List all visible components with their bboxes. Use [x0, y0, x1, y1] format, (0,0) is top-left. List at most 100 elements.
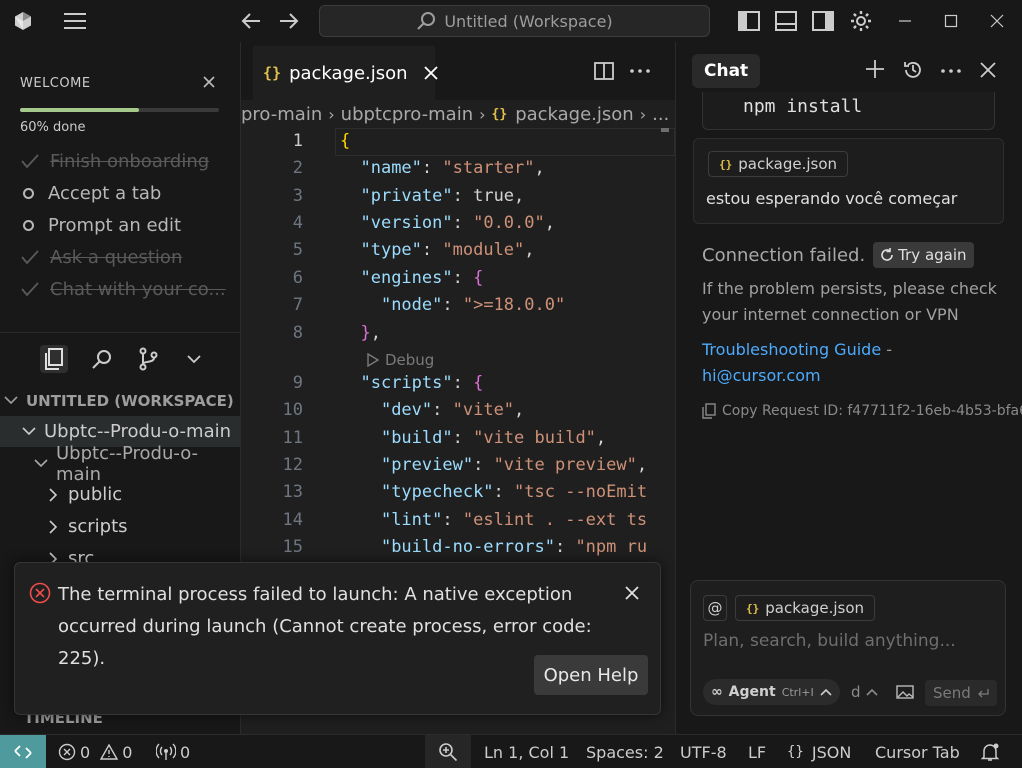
- cursor-position[interactable]: Ln 1, Col 1: [484, 735, 569, 768]
- chevron-right-icon: ›: [479, 104, 486, 124]
- onboarding-item-finish[interactable]: Finish onboarding: [20, 148, 209, 174]
- onboarding-item-chat[interactable]: Chat with your co...: [20, 276, 226, 302]
- workspace-title: UNTITLED (WORKSPACE): [26, 391, 234, 410]
- forward-arrow-icon[interactable]: [276, 8, 302, 34]
- tree-item-sub-folder[interactable]: Ubptc--Produ-o-main: [0, 443, 240, 485]
- mode-shortcut: Ctrl+I: [781, 685, 814, 699]
- cursor-tab-status[interactable]: Cursor Tab: [875, 735, 960, 768]
- chevron-right-icon: ›: [328, 104, 335, 124]
- tab-package-json[interactable]: {} package.json: [253, 46, 438, 100]
- explorer-files-icon[interactable]: [40, 345, 68, 373]
- close-tab-icon[interactable]: [423, 66, 438, 80]
- troubleshooting-link[interactable]: Troubleshooting Guide: [702, 340, 881, 359]
- search-placeholder: Untitled (Workspace): [444, 11, 613, 31]
- zoom-icon[interactable]: [425, 735, 471, 768]
- breadcrumb-item[interactable]: ubptcpro-main: [341, 104, 473, 125]
- current-line-highlight: [335, 128, 675, 156]
- maximize-icon[interactable]: [938, 8, 964, 34]
- json-file-icon: {}: [263, 64, 282, 82]
- notifications-bell-icon[interactable]: [980, 735, 1000, 768]
- code-line: "build": "vite build",: [380, 428, 607, 448]
- back-arrow-icon[interactable]: [238, 8, 264, 34]
- breadcrumb-item[interactable]: package.json: [515, 104, 634, 125]
- onboarding-item-prompt-edit[interactable]: Prompt an edit: [20, 212, 181, 238]
- ports-indicator[interactable]: 0: [156, 735, 190, 768]
- copy-request-id[interactable]: Copy Request ID: f47711f2-16eb-4b53-bfa6…: [702, 403, 1022, 419]
- indentation[interactable]: Spaces: 2: [586, 735, 664, 768]
- json-file-icon: {}: [719, 157, 733, 171]
- more-actions-icon[interactable]: [941, 69, 961, 73]
- settings-gear-icon[interactable]: [848, 8, 874, 34]
- problems-indicator[interactable]: 0 0: [58, 735, 132, 768]
- onboarding-item-accept-tab[interactable]: Accept a tab: [20, 180, 161, 206]
- line-number: 6: [292, 268, 303, 288]
- input-context-chip[interactable]: {} package.json: [735, 595, 876, 621]
- more-actions-icon[interactable]: [630, 69, 650, 73]
- search-icon: [416, 11, 436, 31]
- language-mode[interactable]: {} JSON: [787, 735, 851, 768]
- new-chat-plus-icon[interactable]: [865, 59, 885, 79]
- code-line: "type": "module",: [360, 240, 535, 260]
- email-link[interactable]: hi@cursor.com: [702, 366, 821, 385]
- code-line: "node": ">=18.0.0": [380, 295, 566, 315]
- sidebar-view-tabs: [0, 332, 241, 382]
- onboarding-item-ask-question[interactable]: Ask a question: [20, 244, 182, 270]
- history-icon[interactable]: [902, 59, 924, 81]
- minimize-icon[interactable]: [892, 8, 918, 34]
- line-number: 8: [292, 323, 303, 343]
- image-attach-icon[interactable]: [896, 685, 914, 699]
- breadcrumb-item[interactable]: ...: [652, 104, 669, 125]
- end-of-line[interactable]: LF: [748, 735, 766, 768]
- close-window-icon[interactable]: [984, 8, 1010, 34]
- breadcrumb-item[interactable]: pro-main: [241, 104, 322, 125]
- close-chat-icon[interactable]: [980, 62, 996, 78]
- copy-icon: [702, 403, 716, 419]
- onboarding-item-label: Ask a question: [50, 246, 183, 268]
- chevron-right-icon: [46, 519, 60, 534]
- tab-label: package.json: [289, 62, 408, 84]
- workspace-section-header[interactable]: UNTITLED (WORKSPACE): [0, 385, 240, 416]
- line-number: 2: [292, 158, 303, 178]
- toggle-panel-icon[interactable]: [773, 8, 799, 34]
- json-braces-icon: {}: [787, 744, 804, 760]
- chevron-down-icon: [4, 396, 18, 405]
- encoding[interactable]: UTF-8: [680, 735, 727, 768]
- chip-label: package.json: [738, 155, 838, 173]
- model-selector[interactable]: d: [851, 683, 878, 701]
- code-line: "engines": {: [360, 268, 484, 288]
- tree-item-scripts[interactable]: scripts: [0, 511, 240, 542]
- user-message-bubble[interactable]: {} package.json estou esperando você com…: [693, 138, 1004, 224]
- agent-mode-selector[interactable]: ∞ Agent Ctrl+I: [703, 679, 840, 705]
- json-file-icon: {}: [746, 601, 760, 615]
- open-help-button[interactable]: Open Help: [534, 655, 648, 695]
- toggle-secondary-sidebar-icon[interactable]: [810, 8, 836, 34]
- line-number: 1: [292, 131, 303, 151]
- notification-message: The terminal process failed to launch: A…: [58, 584, 592, 669]
- split-editor-icon[interactable]: [594, 62, 614, 80]
- send-button[interactable]: Send: [925, 680, 997, 706]
- ports-count: 0: [180, 742, 191, 762]
- chevron-down-icon: [34, 459, 48, 468]
- chevron-down-icon[interactable]: [180, 345, 208, 373]
- toggle-primary-sidebar-icon[interactable]: [736, 8, 762, 34]
- menu-icon[interactable]: [62, 8, 88, 34]
- search-icon[interactable]: [88, 345, 116, 373]
- folder-label: public: [68, 484, 123, 505]
- chat-input-box[interactable]: @ {} package.json Plan, search, build an…: [690, 580, 1006, 716]
- remote-indicator-icon[interactable]: [0, 735, 46, 768]
- try-again-button[interactable]: Try again: [873, 242, 974, 268]
- context-chip[interactable]: {} package.json: [708, 151, 849, 177]
- chat-input-placeholder[interactable]: Plan, search, build anything...: [703, 631, 956, 651]
- tree-item-public[interactable]: public: [0, 479, 240, 510]
- welcome-close-icon[interactable]: [202, 75, 216, 89]
- source-control-icon[interactable]: [134, 345, 162, 373]
- line-number: 7: [292, 295, 303, 315]
- model-label: d: [851, 683, 861, 701]
- debug-codelens[interactable]: Debug: [367, 351, 434, 369]
- command-center-search[interactable]: Untitled (Workspace): [319, 5, 710, 37]
- try-again-label: Try again: [898, 246, 967, 264]
- at-mention-button[interactable]: @: [703, 595, 727, 621]
- close-notification-icon[interactable]: [625, 586, 639, 600]
- folder-label: Ubptc--Produ-o-main: [44, 421, 232, 442]
- chat-tab[interactable]: Chat: [692, 54, 761, 88]
